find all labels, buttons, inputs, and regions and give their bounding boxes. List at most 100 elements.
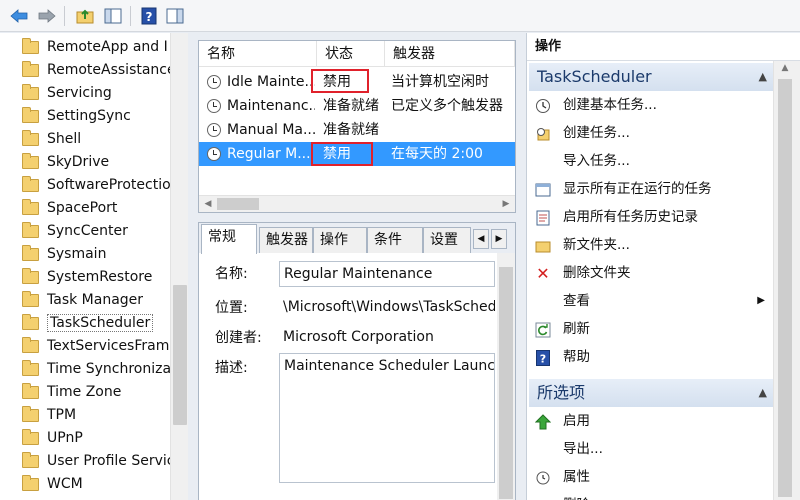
column-header-name[interactable]: 名称 [199,41,317,67]
name-field[interactable]: Regular Maintenance [279,261,495,287]
tab-conditions[interactable]: 条件 [367,227,423,253]
pane-splitter[interactable] [516,33,526,500]
tree-scrollbar[interactable] [170,33,188,500]
action-label: 启用所有任务历史记录 [563,209,698,225]
tree-item[interactable]: UPnP [22,427,172,449]
tree-item[interactable]: Task Manager [22,289,172,311]
task-name: Manual Ma... [227,122,315,138]
location-field: \Microsoft\Windows\TaskSched [279,295,495,321]
tree-item-label: SkyDrive [47,154,110,170]
tree-item[interactable]: Servicing [22,82,172,104]
scroll-right-icon[interactable]: ▶ [499,198,513,211]
action-help[interactable]: ? 帮助 [527,343,773,371]
tree-item-label: Sysmain [47,246,107,262]
task-trigger [391,118,515,142]
tab-settings[interactable]: 设置 [423,227,471,253]
toolbar-separator [64,6,65,26]
task-row[interactable]: Manual Ma... 准备就绪 [199,118,515,142]
folder-icon [22,129,39,146]
tree-item[interactable]: SpacePort [22,197,172,219]
task-clock-icon [207,75,221,89]
tree-item[interactable]: RemoteApp and I [22,36,172,58]
action-label: 新文件夹... [563,237,630,253]
action-view[interactable]: 查看 ▶ [527,287,773,315]
tree-item-label: SyncCenter [47,223,128,239]
folder-icon [22,175,39,192]
tree-scrollbar-thumb[interactable] [173,285,187,425]
tab-general[interactable]: 常规 [201,224,257,254]
tree-item[interactable]: SettingSync [22,105,172,127]
description-field[interactable]: Maintenance Scheduler Launch [279,353,495,483]
action-label: 导入任务... [563,153,630,169]
forward-arrow-icon[interactable] [36,5,58,27]
hscrollbar-thumb[interactable] [217,198,259,210]
tab-triggers[interactable]: 触发器 [259,227,313,253]
tree-item[interactable]: Time Zone [22,381,172,403]
action-show-running-tasks[interactable]: 显示所有正在运行的任务 [527,175,773,203]
tree-item[interactable]: SystemRestore [22,266,172,288]
column-header-status[interactable]: 状态 [317,41,385,67]
action-new-folder[interactable]: 新文件夹... [527,231,773,259]
tree-item[interactable]: SkyDrive [22,151,172,173]
delete-icon: ✕ [536,264,550,283]
actions-section-taskscheduler[interactable]: TaskScheduler ▲ [529,63,773,91]
tree-item[interactable]: Shell [22,128,172,150]
pane-splitter[interactable] [188,33,198,500]
scroll-up-icon[interactable]: ▲ [778,63,792,77]
folder-icon [22,313,39,330]
tree-item-label: Time Synchronizati [47,361,172,377]
tree-item[interactable]: Time Synchronizati [22,358,172,380]
tree-item[interactable]: User Profile Servic [22,450,172,472]
tree-item[interactable]: TPM [22,404,172,426]
folder-tree: RemoteApp and I RemoteAssistance Servici… [0,33,188,500]
tree-item-label: SoftwareProtection [47,177,172,193]
collapse-icon[interactable]: ▲ [759,379,767,407]
tree-item-label: SettingSync [47,108,131,124]
tree-item[interactable]: SoftwareProtection [22,174,172,196]
detail-scrollbar[interactable] [497,253,515,500]
action-create-task[interactable]: 创建任务... [527,119,773,147]
folder-icon [22,152,39,169]
action-create-basic-task[interactable]: 创建基本任务... [527,91,773,119]
tab-scroll-right-icon[interactable]: ▶ [491,229,507,249]
column-header-trigger[interactable]: 触发器 [385,41,515,67]
help-icon[interactable]: ? [138,5,160,27]
actions-scrollbar-thumb[interactable] [778,79,792,497]
actions-section-selected-item[interactable]: 所选项 ▲ [529,379,773,407]
show-hide-action-pane-icon[interactable] [164,5,186,27]
show-hide-tree-icon[interactable] [102,5,124,27]
tree-item[interactable]: RemoteAssistance [22,59,172,81]
task-list-hscrollbar[interactable]: ◀ ▶ [199,195,515,212]
action-properties[interactable]: 属性 [527,463,773,491]
tree-item[interactable]: Sysmain [22,243,172,265]
scroll-left-icon[interactable]: ◀ [201,198,215,211]
action-export[interactable]: 导出... [527,435,773,463]
folder-icon [22,451,39,468]
basic-task-icon [535,98,551,114]
tree-item[interactable]: SyncCenter [22,220,172,242]
tree-item[interactable]: TextServicesFrame [22,335,172,357]
action-enable[interactable]: 启用 [527,407,773,435]
up-folder-icon[interactable] [74,5,96,27]
action-label: 启用 [563,413,590,429]
folder-icon [22,405,39,422]
folder-icon [22,336,39,353]
tree-item[interactable]: WCM [22,473,172,495]
action-delete-folder[interactable]: ✕ 删除文件夹 [527,259,773,287]
tab-actions[interactable]: 操作 [313,227,367,253]
action-import-task[interactable]: 导入任务... [527,147,773,175]
action-delete[interactable]: ✕ 删除 [527,491,773,500]
tree-item-label: Servicing [47,85,112,101]
name-label: 名称: [215,266,248,282]
action-refresh[interactable]: 刷新 [527,315,773,343]
toolbar: ? [0,0,800,32]
tab-scroll-left-icon[interactable]: ◀ [473,229,489,249]
actions-scrollbar[interactable]: ▲ [773,61,800,500]
action-enable-history[interactable]: 启用所有任务历史记录 [527,203,773,231]
collapse-icon[interactable]: ▲ [759,63,767,91]
tree-item-taskscheduler[interactable]: TaskScheduler [22,312,172,334]
tree-item-label: WCM [47,476,83,492]
back-arrow-icon[interactable] [8,5,30,27]
detail-scrollbar-thumb[interactable] [499,267,513,499]
task-row[interactable]: Maintenanc... 准备就绪 已定义多个触发器 [199,94,515,118]
